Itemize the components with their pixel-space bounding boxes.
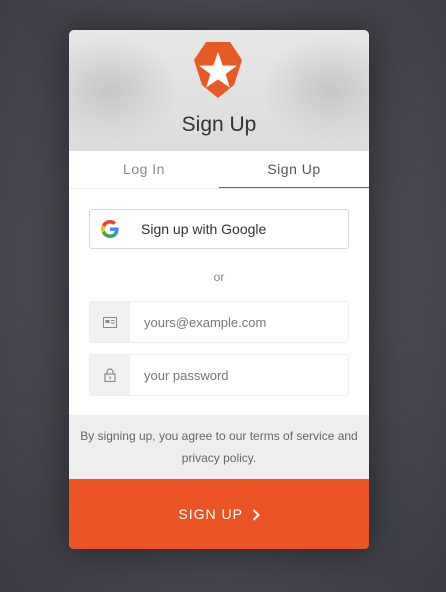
page-title: Sign Up xyxy=(181,113,257,136)
google-signup-button[interactable]: Sign up with Google xyxy=(89,209,349,249)
lock-icon xyxy=(90,355,130,395)
auth-tabs: Log In Sign Up xyxy=(69,151,369,189)
password-input[interactable] xyxy=(130,355,348,395)
form-body: Sign up with Google or xyxy=(69,189,369,396)
tab-sign-up[interactable]: Sign Up xyxy=(219,151,369,188)
email-field xyxy=(89,301,349,343)
or-separator: or xyxy=(213,270,225,284)
terms-notice: By signing up, you agree to our terms of… xyxy=(69,415,369,479)
google-g-icon xyxy=(101,220,119,238)
shield-star-logo xyxy=(194,42,242,98)
sign-up-submit-button[interactable]: SIGN UP xyxy=(69,479,369,549)
email-input[interactable] xyxy=(130,302,348,342)
tab-log-in[interactable]: Log In xyxy=(69,151,219,188)
envelope-card-icon xyxy=(90,302,130,342)
google-signup-label: Sign up with Google xyxy=(141,221,267,237)
chevron-right-icon xyxy=(252,509,260,521)
terms-line-2: privacy policy. xyxy=(181,451,257,465)
card-header: Sign Up xyxy=(69,30,369,151)
terms-line-1: By signing up, you agree to our terms of… xyxy=(80,429,358,443)
signup-card: Sign Up Log In Sign Up Sign up with Goog… xyxy=(69,30,369,549)
password-field xyxy=(89,354,349,396)
sign-up-submit-label: SIGN UP xyxy=(178,506,243,522)
